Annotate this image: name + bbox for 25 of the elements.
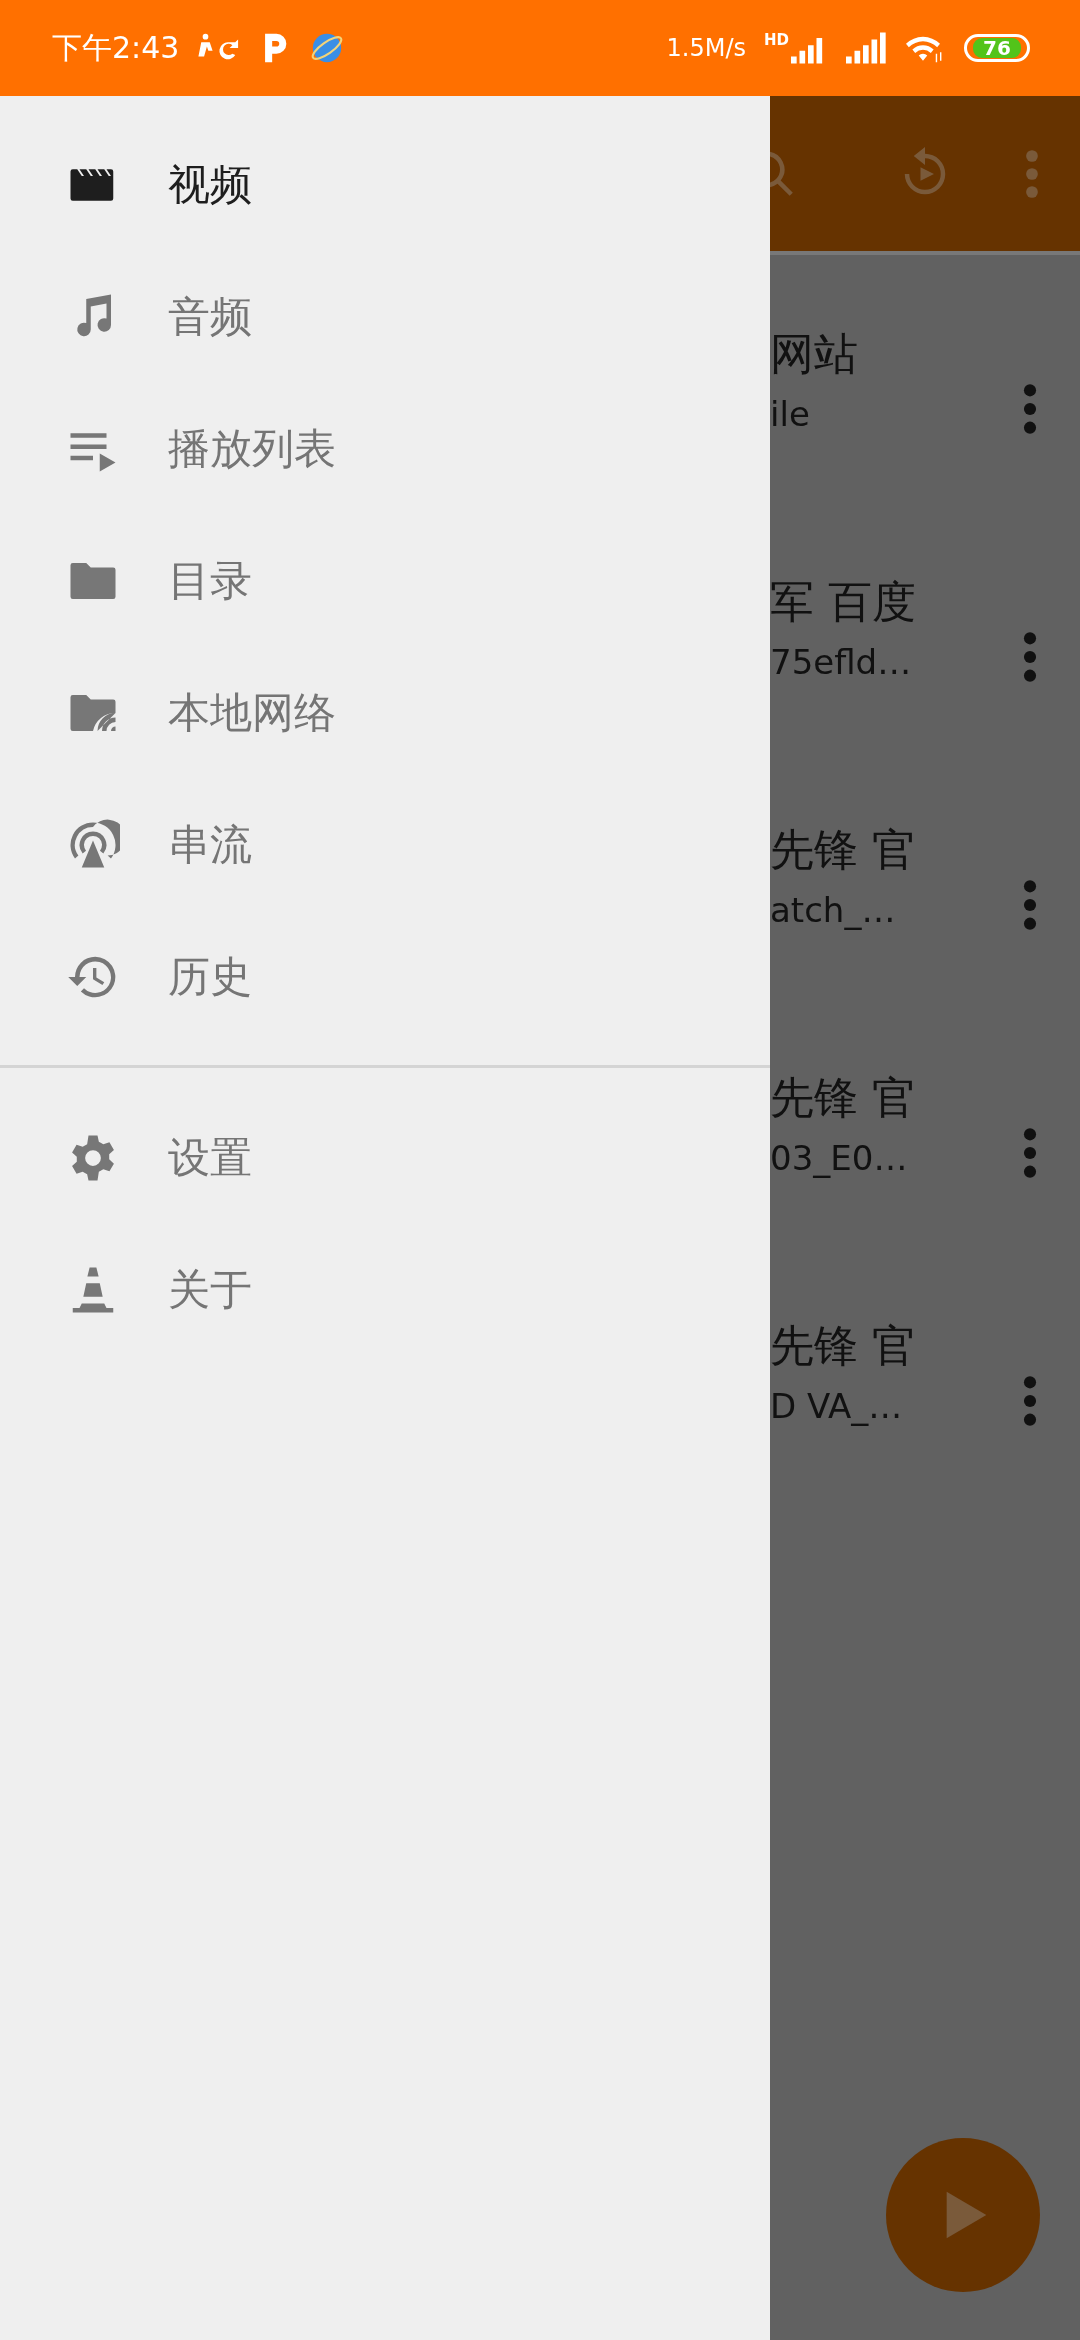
drawer-item[interactable]: 串流 bbox=[0, 779, 770, 911]
browser-icon bbox=[309, 31, 344, 65]
item-subtitle: atch_… bbox=[770, 889, 897, 930]
item-title: 先锋 官 bbox=[770, 1070, 917, 1125]
drawer-item[interactable]: 关于 bbox=[0, 1224, 770, 1356]
hd-label: HD bbox=[764, 31, 789, 49]
item-title: 先锋 官 bbox=[770, 1318, 917, 1373]
drawer-item[interactable]: 历史 bbox=[0, 911, 770, 1043]
network-speed: 1.5M/s bbox=[666, 34, 746, 62]
clock: 下午2:43 bbox=[52, 28, 180, 67]
item-title: 军 百度 bbox=[770, 574, 917, 629]
drawer-item[interactable]: 播放列表 bbox=[0, 383, 770, 515]
drawer-item[interactable]: 视频 bbox=[0, 119, 770, 251]
item-subtitle: 03_E0… bbox=[770, 1137, 909, 1178]
drawer-item[interactable]: 目录 bbox=[0, 515, 770, 647]
item-title: 先锋 官 bbox=[770, 822, 917, 877]
battery-indicator: 76 bbox=[964, 34, 1030, 62]
item-subtitle: D VA_… bbox=[770, 1385, 904, 1426]
drawer-item[interactable]: 本地网络 bbox=[0, 647, 770, 779]
signal-icon bbox=[845, 31, 889, 65]
drawer-item[interactable]: 设置 bbox=[0, 1092, 770, 1224]
item-subtitle: 75efld… bbox=[770, 641, 913, 682]
item-title: 网站 bbox=[770, 326, 859, 381]
item-subtitle: ile bbox=[770, 393, 811, 434]
drawer-item[interactable]: 音频 bbox=[0, 251, 770, 383]
